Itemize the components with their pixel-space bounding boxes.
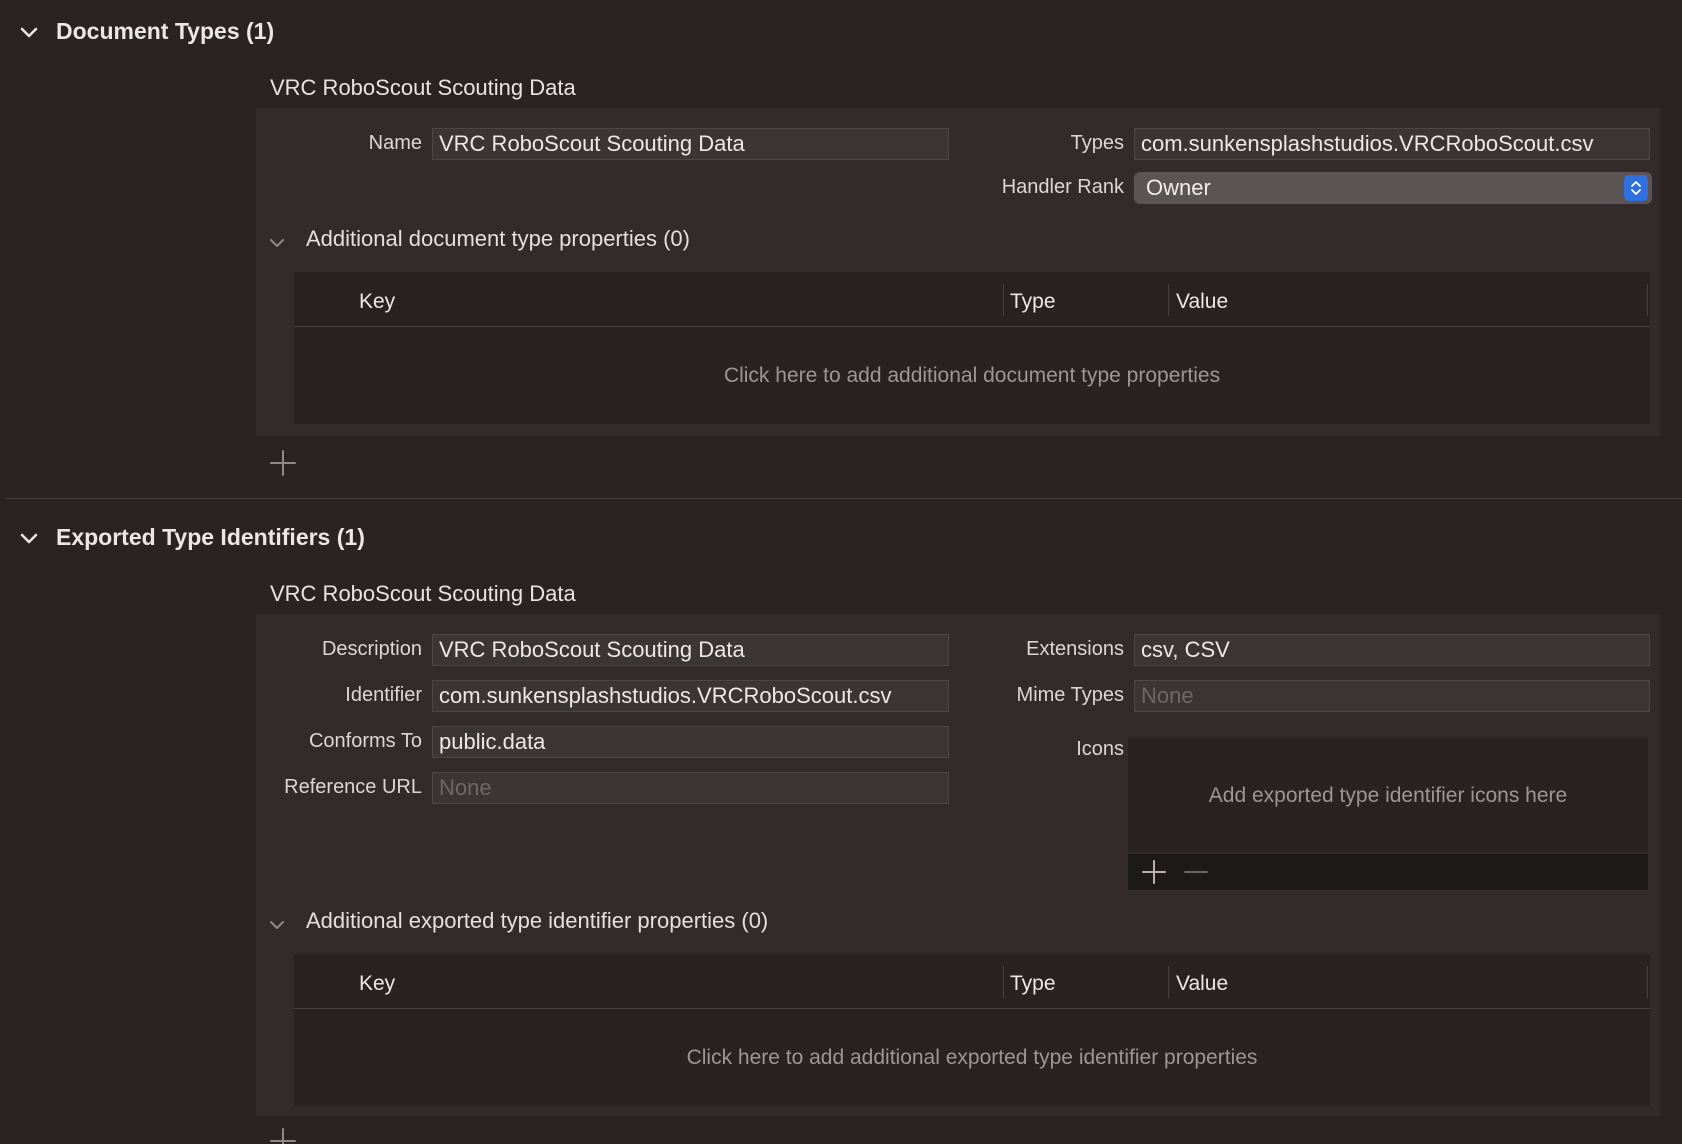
extensions-field[interactable]: csv, CSV: [1134, 634, 1650, 666]
document-types-section: Document Types (1) VRC RoboScout Scoutin…: [0, 0, 1682, 500]
exported-type-identifiers-section: Exported Type Identifiers (1) VRC RoboSc…: [0, 500, 1682, 1144]
exported-properties-empty-message[interactable]: Click here to add additional exported ty…: [294, 1046, 1650, 1070]
exported-types-toggle[interactable]: Exported Type Identifiers (1): [18, 524, 398, 554]
document-types-header: Document Types (1): [56, 18, 275, 44]
column-separator: [1168, 284, 1169, 316]
add-document-type-button[interactable]: [268, 448, 298, 478]
reference-url-label: Reference URL: [284, 776, 422, 798]
column-header-type[interactable]: Type: [1010, 972, 1056, 996]
plus-icon[interactable]: [1140, 858, 1168, 886]
chevron-down-icon: [20, 27, 38, 38]
handler-rank-popup[interactable]: Owner: [1134, 172, 1652, 204]
identifier-field[interactable]: com.sunkensplashstudios.VRCRoboScout.csv: [432, 680, 949, 712]
document-properties-table: Key Type Value Click here to add additio…: [294, 272, 1650, 424]
column-separator: [1647, 966, 1648, 998]
types-field[interactable]: com.sunkensplashstudios.VRCRoboScout.csv: [1134, 128, 1650, 160]
icons-toolbar: [1128, 854, 1648, 890]
additional-document-properties-toggle[interactable]: Additional document type properties (0): [268, 226, 748, 256]
document-properties-empty-message[interactable]: Click here to add additional document ty…: [294, 364, 1650, 388]
column-header-key[interactable]: Key: [359, 972, 395, 996]
additional-exported-properties-header: Additional exported type identifier prop…: [306, 908, 769, 933]
conforms-to-field[interactable]: public.data: [432, 726, 949, 758]
chevron-down-icon: [20, 533, 38, 544]
types-label: Types: [1070, 132, 1124, 154]
exported-properties-table: Key Type Value Click here to add additio…: [294, 954, 1650, 1106]
column-separator: [1647, 284, 1648, 316]
table-header-divider: [294, 1008, 1650, 1009]
icons-well[interactable]: Add exported type identifier icons here: [1128, 738, 1648, 852]
exported-type-entry-title: VRC RoboScout Scouting Data: [270, 581, 576, 606]
column-header-value[interactable]: Value: [1176, 290, 1228, 314]
conforms-to-label: Conforms To: [308, 730, 422, 752]
column-header-type[interactable]: Type: [1010, 290, 1056, 314]
mime-types-label: Mime Types: [1016, 684, 1124, 706]
minus-icon[interactable]: [1182, 858, 1210, 886]
additional-document-properties-header: Additional document type properties (0): [306, 226, 690, 251]
section-divider: [6, 498, 1682, 499]
column-header-value[interactable]: Value: [1176, 972, 1228, 996]
table-header-divider: [294, 326, 1650, 327]
additional-exported-properties-toggle[interactable]: Additional exported type identifier prop…: [268, 908, 828, 938]
description-label: Description: [321, 638, 422, 660]
exported-types-header: Exported Type Identifiers (1): [56, 524, 365, 550]
chevron-down-icon: [270, 921, 284, 929]
icons-empty-message: Add exported type identifier icons here: [1208, 784, 1568, 807]
name-field[interactable]: VRC RoboScout Scouting Data: [432, 128, 949, 160]
description-field[interactable]: VRC RoboScout Scouting Data: [432, 634, 949, 666]
document-types-toggle[interactable]: Document Types (1): [18, 18, 288, 48]
column-header-key[interactable]: Key: [359, 290, 395, 314]
column-separator: [1003, 284, 1004, 316]
identifier-label: Identifier: [345, 684, 422, 706]
handler-rank-value: Owner: [1146, 175, 1211, 200]
reference-url-field[interactable]: None: [432, 772, 949, 804]
exported-type-panel: Description VRC RoboScout Scouting Data …: [256, 614, 1660, 1116]
mime-types-field[interactable]: None: [1134, 680, 1650, 712]
chevron-down-icon: [270, 239, 284, 247]
document-type-entry-title: VRC RoboScout Scouting Data: [270, 75, 576, 100]
document-type-panel: Name VRC RoboScout Scouting Data Types c…: [256, 108, 1660, 436]
column-separator: [1168, 966, 1169, 998]
name-label: Name: [368, 132, 422, 154]
handler-rank-label: Handler Rank: [1001, 176, 1124, 198]
column-separator: [1003, 966, 1004, 998]
up-down-arrows-icon: [1624, 175, 1648, 201]
icons-label: Icons: [1076, 738, 1124, 760]
add-exported-type-button[interactable]: [268, 1126, 298, 1144]
extensions-label: Extensions: [1026, 638, 1124, 660]
